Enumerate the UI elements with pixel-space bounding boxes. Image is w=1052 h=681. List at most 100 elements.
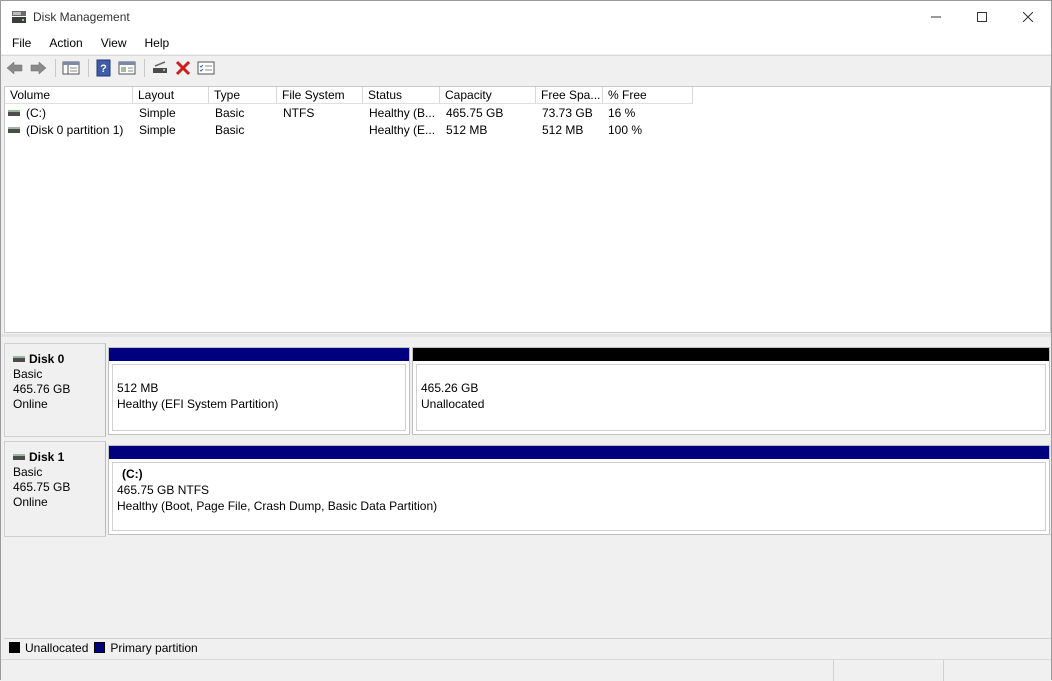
menu-view[interactable]: View <box>94 36 134 50</box>
delete-icon <box>175 60 191 76</box>
partition-status: Healthy (EFI System Partition) <box>117 397 279 411</box>
column-header-type[interactable]: Type <box>209 87 277 104</box>
table-row[interactable]: (Disk 0 partition 1) Simple Basic Health… <box>5 122 1050 139</box>
disk-size: 465.76 GB <box>13 382 71 396</box>
cell-volume: (C:) <box>26 106 46 120</box>
cell-layout: Simple <box>139 106 176 120</box>
close-button[interactable] <box>1005 1 1051 32</box>
checklist-icon <box>197 61 215 75</box>
cell-free-space: 73.73 GB <box>542 106 593 120</box>
column-header-free-space[interactable]: Free Spa... <box>536 87 603 104</box>
svg-text:?: ? <box>100 63 107 75</box>
column-header-capacity[interactable]: Capacity <box>440 87 536 104</box>
cell-free-space: 512 MB <box>542 123 584 137</box>
forward-button[interactable] <box>28 58 48 78</box>
table-row[interactable]: (C:) Simple Basic NTFS Healthy (B... 465… <box>5 105 1050 122</box>
maximize-button[interactable] <box>959 1 1005 32</box>
column-header-status[interactable]: Status <box>363 87 440 104</box>
toolbar-separator <box>88 59 89 77</box>
legend-swatch-unallocated <box>9 642 20 653</box>
properties-icon <box>118 61 136 75</box>
console-tree-icon <box>62 61 80 75</box>
cell-capacity: 465.75 GB <box>446 106 504 120</box>
cell-status: Healthy (B... <box>369 106 436 120</box>
forward-arrow-icon <box>30 61 47 75</box>
disk-type: Basic <box>13 465 43 479</box>
menu-file[interactable]: File <box>5 36 38 50</box>
menu-help[interactable]: Help <box>138 36 177 50</box>
cell-type: Basic <box>215 106 245 120</box>
help-icon: ? <box>96 59 111 77</box>
status-segment <box>943 660 1051 681</box>
legend: Unallocated Primary partition <box>4 638 1051 656</box>
legend-label-primary: Primary partition <box>110 640 198 655</box>
primary-partition-bar <box>109 446 1049 459</box>
column-header-layout[interactable]: Layout <box>133 87 209 104</box>
partition-size: 465.75 GB NTFS <box>117 483 210 497</box>
legend-swatch-primary <box>94 642 106 653</box>
disk-state: Online <box>13 495 48 509</box>
cell-file-system: NTFS <box>283 106 315 120</box>
minimize-icon <box>931 16 941 17</box>
status-segment <box>833 660 943 681</box>
properties-button[interactable] <box>117 58 137 78</box>
drive-icon <box>8 126 20 133</box>
delete-button[interactable] <box>173 58 193 78</box>
close-icon <box>1023 11 1033 22</box>
disk-row-1: Disk 1 Basic 465.75 GB Online (C:) 465.7… <box>4 441 1051 537</box>
title-bar: Disk Management <box>1 1 1051 32</box>
connect-drive-icon <box>153 61 167 73</box>
partition-volume-name: (C:) <box>122 467 143 481</box>
menu-action[interactable]: Action <box>42 36 89 50</box>
disk-row-0: Disk 0 Basic 465.76 GB Online 512 MB Hea… <box>4 343 1051 437</box>
disk-0-label[interactable]: Disk 0 Basic 465.76 GB Online <box>4 343 106 437</box>
column-header-file-system[interactable]: File System <box>277 87 363 104</box>
maximize-icon <box>977 11 987 22</box>
connect-drive-button[interactable] <box>150 58 170 78</box>
toolbar-separator <box>144 59 145 77</box>
minimize-button[interactable] <box>913 1 959 32</box>
pane-splitter[interactable] <box>1 334 1051 337</box>
status-bar <box>1 659 1051 681</box>
cell-volume: (Disk 0 partition 1) <box>26 123 124 137</box>
checklist-button[interactable] <box>196 58 216 78</box>
cell-percent-free: 16 % <box>608 106 636 120</box>
partition-size: 465.26 GB <box>421 381 479 395</box>
back-button[interactable] <box>5 58 25 78</box>
column-header-volume[interactable]: Volume <box>5 87 133 104</box>
window-title: Disk Management <box>33 9 130 24</box>
cell-percent-free: 100 % <box>608 123 643 137</box>
disk-icon <box>13 355 25 362</box>
disk-map: Disk 0 Basic 465.76 GB Online 512 MB Hea… <box>4 338 1051 638</box>
disk-state: Online <box>13 397 48 411</box>
disk-1-label[interactable]: Disk 1 Basic 465.75 GB Online <box>4 441 106 537</box>
primary-partition-bar <box>109 348 409 361</box>
unallocated-bar <box>413 348 1049 361</box>
disk-size: 465.75 GB <box>13 480 71 494</box>
partition-efi[interactable]: 512 MB Healthy (EFI System Partition) <box>108 347 410 435</box>
partition-status: Unallocated <box>421 397 485 411</box>
back-arrow-icon <box>6 61 23 75</box>
show-hide-console-tree-button[interactable] <box>61 58 81 78</box>
cell-layout: Simple <box>139 123 176 137</box>
disk-name: Disk 0 <box>29 352 65 366</box>
disk-type: Basic <box>13 367 43 381</box>
disk-name: Disk 1 <box>29 450 65 464</box>
toolbar: ? <box>1 55 1051 80</box>
help-button[interactable]: ? <box>94 58 114 78</box>
volume-list[interactable]: Volume Layout Type File System Status Ca… <box>4 86 1051 333</box>
disk-management-app-icon <box>11 10 27 24</box>
cell-capacity: 512 MB <box>446 123 488 137</box>
toolbar-separator <box>55 59 56 77</box>
column-header-percent-free[interactable]: % Free <box>603 87 693 104</box>
menu-bar: File Action View Help <box>1 32 1051 54</box>
drive-icon <box>8 109 20 116</box>
disk-icon <box>13 453 25 460</box>
cell-status: Healthy (E... <box>369 123 436 137</box>
disk-management-window: Disk Management File Action View Help ? … <box>0 0 1052 681</box>
legend-label-unallocated: Unallocated <box>25 640 89 655</box>
partition-unallocated[interactable]: 465.26 GB Unallocated <box>412 347 1050 435</box>
partition-c[interactable]: (C:) 465.75 GB NTFS Healthy (Boot, Page … <box>108 445 1050 535</box>
partition-size: 512 MB <box>117 381 159 395</box>
partition-status: Healthy (Boot, Page File, Crash Dump, Ba… <box>117 499 438 513</box>
